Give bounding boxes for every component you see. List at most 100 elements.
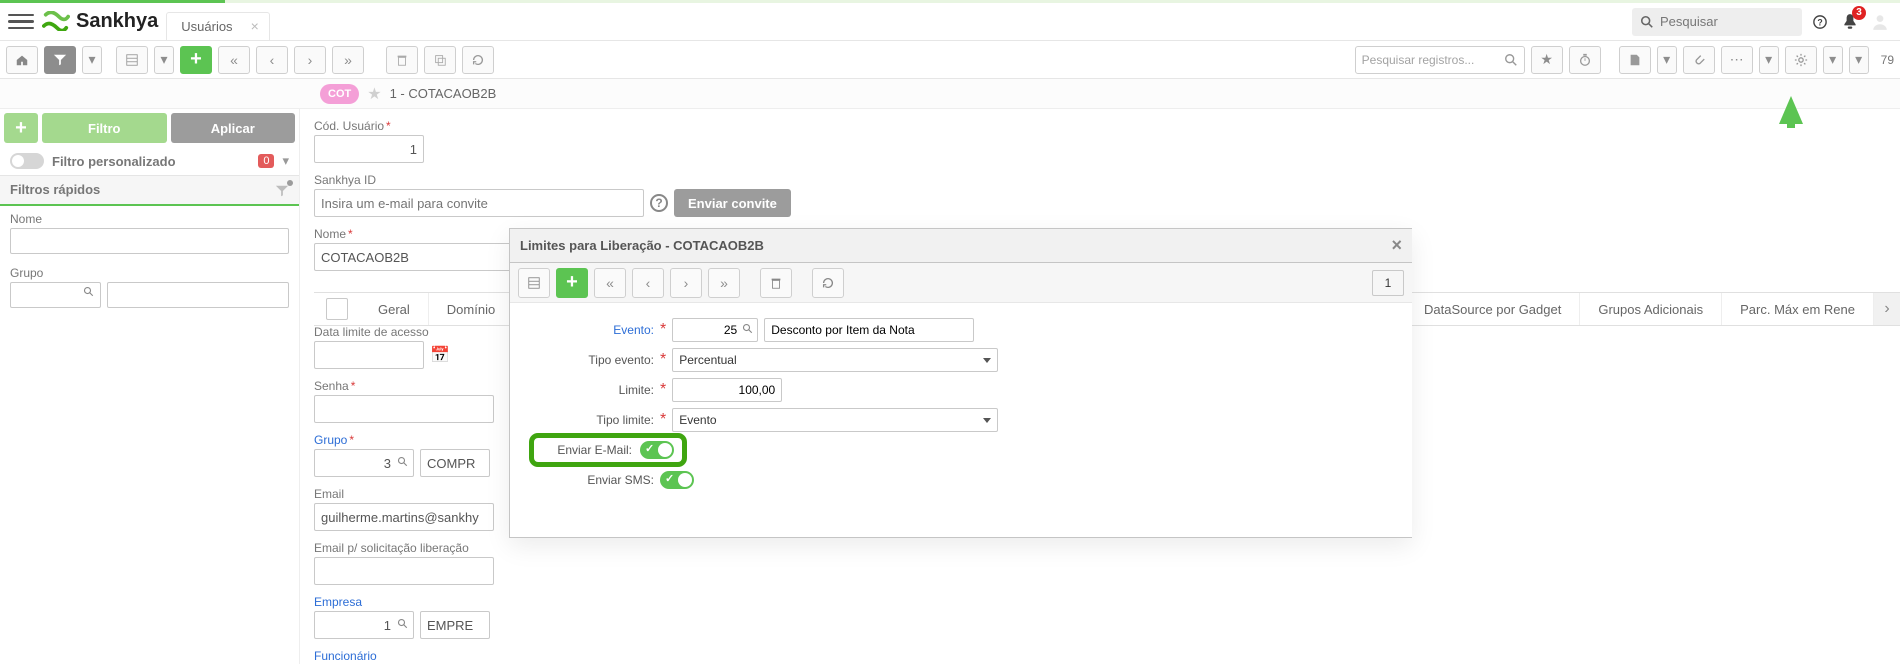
brand-logo-icon xyxy=(42,11,70,33)
dialog-close-button[interactable]: × xyxy=(1391,235,1402,256)
dlg-add-button[interactable]: + xyxy=(556,268,588,298)
user-avatar-icon[interactable] xyxy=(1868,10,1892,34)
tabs-overflow-button[interactable]: › xyxy=(1874,293,1900,325)
dlg-tipoevento-select[interactable]: Percentual xyxy=(672,348,998,372)
enviar-convite-button[interactable]: Enviar convite xyxy=(674,189,791,217)
search-icon xyxy=(83,286,95,298)
attachment-button[interactable] xyxy=(1683,46,1715,74)
final-dropdown[interactable]: ▾ xyxy=(1849,46,1869,74)
dlg-next-button[interactable]: › xyxy=(670,268,702,298)
close-icon[interactable]: × xyxy=(251,18,259,34)
dlg-refresh-button[interactable] xyxy=(812,268,844,298)
settings-dropdown[interactable]: ▾ xyxy=(1823,46,1843,74)
datalimite-input[interactable] xyxy=(314,341,424,369)
tab-geral[interactable]: Geral xyxy=(360,293,429,325)
export-button[interactable] xyxy=(1619,46,1651,74)
sb-nome-input[interactable] xyxy=(10,228,289,254)
dlg-tipolimite-select[interactable]: Evento xyxy=(672,408,998,432)
refresh-button[interactable] xyxy=(462,46,494,74)
filter-button[interactable] xyxy=(44,46,76,74)
global-search[interactable]: Pesquisar xyxy=(1632,8,1802,36)
last-page-button[interactable]: » xyxy=(332,46,364,74)
sankhyaid-label: Sankhya ID xyxy=(314,173,1886,187)
senha-input[interactable] xyxy=(314,395,494,423)
more-button[interactable]: ⋯ xyxy=(1721,46,1753,74)
dlg-last-button[interactable]: » xyxy=(708,268,740,298)
favorite-star-icon[interactable]: ★ xyxy=(367,84,381,104)
more-dropdown[interactable]: ▾ xyxy=(1759,46,1779,74)
help-icon[interactable]: ? xyxy=(1808,10,1832,34)
export-dropdown[interactable]: ▾ xyxy=(1657,46,1677,74)
calendar-icon[interactable]: 📅 xyxy=(430,345,450,365)
sb-grupo-label: Grupo xyxy=(10,266,289,280)
filtros-rapidos-label: Filtros rápidos xyxy=(10,182,100,197)
record-title: 1 - COTACAOB2B xyxy=(390,86,497,101)
chevron-down-icon xyxy=(983,418,991,423)
filter-dropdown[interactable]: ▾ xyxy=(82,46,102,74)
filtros-rapidos-header: Filtros rápidos xyxy=(0,175,299,206)
filtro-button[interactable]: Filtro xyxy=(42,113,167,143)
sb-grupo-desc-input[interactable] xyxy=(107,282,289,308)
settings-button[interactable] xyxy=(1785,46,1817,74)
chevron-down-icon[interactable]: ▾ xyxy=(282,153,289,169)
dlg-page-number: 1 xyxy=(1372,270,1404,296)
funnel-icon[interactable] xyxy=(275,182,289,198)
next-button[interactable]: › xyxy=(294,46,326,74)
attention-arrow-stem xyxy=(1787,118,1795,128)
dlg-email-label: Enviar E-Mail: xyxy=(538,443,632,457)
dlg-grid-button[interactable] xyxy=(518,268,550,298)
toggle-enviar-email[interactable]: ✓ xyxy=(640,441,674,459)
duplicate-button[interactable] xyxy=(424,46,456,74)
timer-button[interactable] xyxy=(1569,46,1601,74)
tab-dominio[interactable]: Domínio xyxy=(429,293,514,325)
menu-icon[interactable] xyxy=(8,9,34,35)
dlg-delete-button[interactable] xyxy=(760,268,792,298)
record-header: COT ★ 1 - COTACAOB2B xyxy=(0,79,1900,109)
tab-usuarios[interactable]: Usuários × xyxy=(166,12,269,40)
codusuario-input[interactable] xyxy=(314,135,424,163)
delete-button[interactable] xyxy=(386,46,418,74)
filtro-personalizado-label: Filtro personalizado xyxy=(52,154,176,169)
dlg-limite-input[interactable] xyxy=(672,378,782,402)
grid-view-button[interactable] xyxy=(116,46,148,74)
home-button[interactable] xyxy=(6,46,38,74)
dialog-header: Limites para Liberação - COTACAOB2B × xyxy=(510,229,1412,263)
dialog-title: Limites para Liberação - COTACAOB2B xyxy=(520,238,764,253)
grupo-label: Grupo xyxy=(314,433,347,447)
star-button[interactable]: ★ xyxy=(1531,46,1563,74)
global-search-label: Pesquisar xyxy=(1660,14,1718,29)
toggle-enviar-sms[interactable]: ✓ xyxy=(660,471,694,489)
func-label: Funcionário xyxy=(314,649,1886,663)
aplicar-button[interactable]: Aplicar xyxy=(171,113,296,143)
dlg-tipolimite-label: Tipo limite: xyxy=(534,413,654,427)
sb-grupo-field: Grupo xyxy=(0,260,299,314)
info-icon[interactable]: ? xyxy=(650,194,668,212)
grid-dropdown[interactable]: ▾ xyxy=(154,46,174,74)
tab-parc-max[interactable]: Parc. Máx em Rene xyxy=(1722,293,1874,325)
select-all-checkbox[interactable] xyxy=(326,298,348,320)
tab-label: Usuários xyxy=(181,19,232,34)
email-input[interactable] xyxy=(314,503,494,531)
empresa-label: Empresa xyxy=(314,595,1886,609)
dlg-prev-button[interactable]: ‹ xyxy=(632,268,664,298)
record-chip: COT xyxy=(320,84,359,104)
app-header: Sankhya Usuários × Pesquisar ? 3 xyxy=(0,3,1900,41)
notifications-icon[interactable]: 3 xyxy=(1838,10,1862,34)
grupo-desc-input[interactable] xyxy=(420,449,490,477)
main-toolbar: ▾ ▾ + « ‹ › » Pesquisar registros... ★ ▾… xyxy=(0,41,1900,79)
dlg-evento-desc[interactable] xyxy=(764,318,974,342)
sankhyaid-input[interactable] xyxy=(314,189,644,217)
tab-datasource[interactable]: DataSource por Gadget xyxy=(1406,293,1580,325)
add-button[interactable]: + xyxy=(180,46,212,74)
add-filter-button[interactable]: + xyxy=(4,113,38,143)
dlg-first-button[interactable]: « xyxy=(594,268,626,298)
first-page-button[interactable]: « xyxy=(218,46,250,74)
prev-button[interactable]: ‹ xyxy=(256,46,288,74)
emailsolic-input[interactable] xyxy=(314,557,494,585)
record-search[interactable]: Pesquisar registros... xyxy=(1355,46,1525,74)
filtro-personalizado-row[interactable]: Filtro personalizado 0 ▾ xyxy=(0,147,299,175)
empresa-desc-input[interactable] xyxy=(420,611,490,639)
svg-text:?: ? xyxy=(1817,17,1822,27)
tab-grupos-adicionais[interactable]: Grupos Adicionais xyxy=(1580,293,1722,325)
toggle-personalizado[interactable] xyxy=(10,153,44,169)
